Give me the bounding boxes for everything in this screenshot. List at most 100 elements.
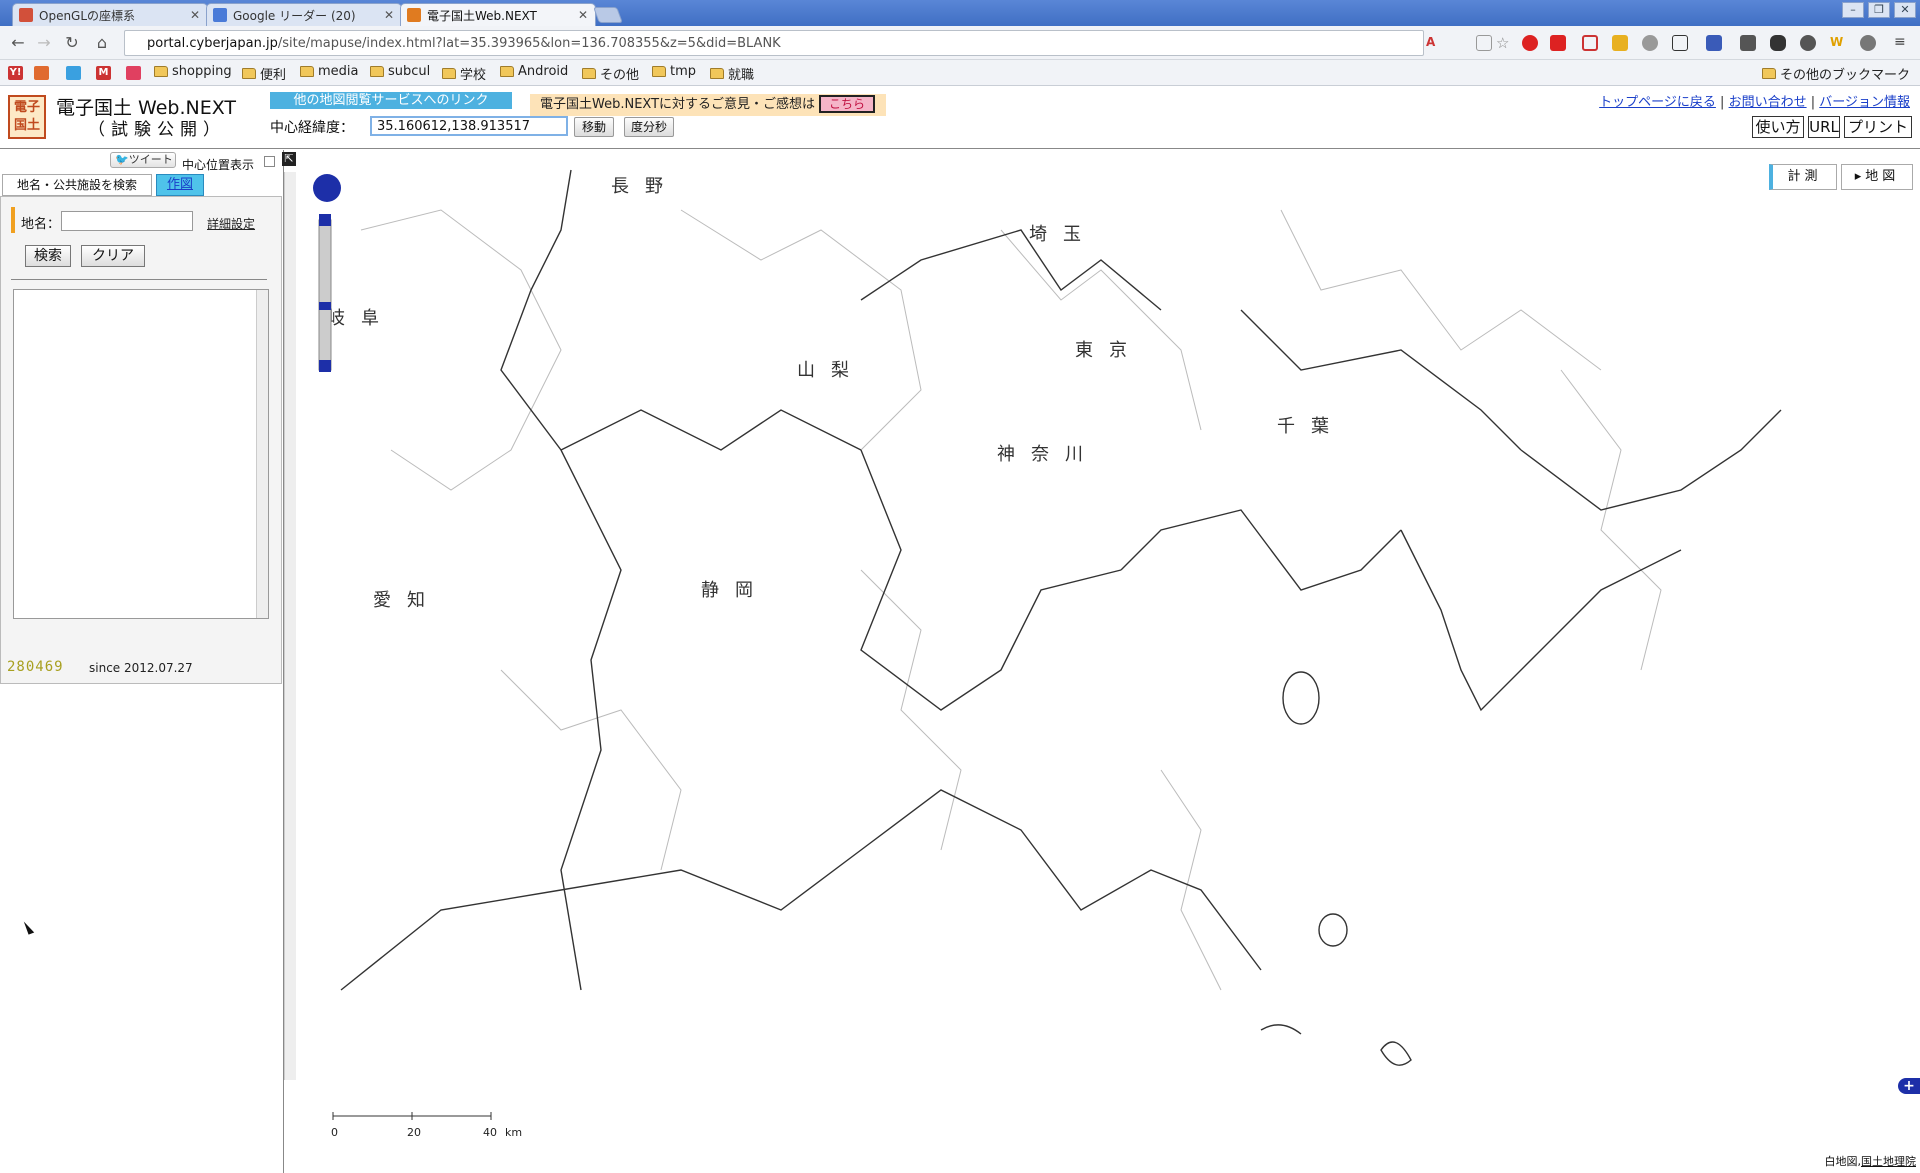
close-tab-icon[interactable]: ✕ [577,8,589,22]
contact-link[interactable]: お問い合わせ [1729,95,1807,110]
gmail-icon[interactable] [1582,35,1598,51]
print-button[interactable]: プリント [1844,116,1912,138]
bookmark-folder[interactable]: Android [500,64,568,79]
browser-titlebar: OpenGLの座標系 ✕ Google リーダー (20) ✕ 電子国土Web.… [0,0,1920,26]
map-navigation-control [309,160,345,420]
close-tab-icon[interactable]: ✕ [189,8,201,22]
browser-tab[interactable]: Google リーダー (20) ✕ [206,3,402,26]
bookmark-folder[interactable]: その他 [582,64,639,83]
island-oshima [1282,671,1320,725]
forward-icon[interactable]: → [34,33,54,53]
menu-icon[interactable]: ≡ [1894,35,1910,51]
zoom-out-icon [319,360,331,372]
folder-icon [652,66,666,77]
help-button[interactable]: 使い方 [1752,116,1804,138]
home-icon[interactable]: ⌂ [92,33,112,53]
accent-bar [11,207,15,233]
tab-favicon-icon [407,8,421,22]
browser-tab[interactable]: OpenGLの座標系 ✕ [12,3,208,26]
bookmark-y-icon[interactable]: Y! [8,66,23,80]
measure-button[interactable]: 計測 [1769,164,1837,190]
center-coord-input[interactable] [370,116,568,136]
tab-draw[interactable]: 作図 [156,174,204,196]
collapse-panel-icon[interactable]: ⇱ [282,152,296,166]
move-button[interactable]: 移動 [574,117,614,137]
extension-asterisk-icon[interactable] [1550,35,1566,51]
bookmark-folder[interactable]: 便利 [242,64,286,83]
url-host: portal.cyberjapan.jp [147,35,278,51]
map-layer-button[interactable]: ▸地図 [1841,164,1913,190]
center-display-checkbox[interactable] [264,156,275,167]
bookmark-folder[interactable]: 就職 [710,64,754,83]
tab-search[interactable]: 地名・公共施設を検索 [2,174,152,196]
zoom-slider-thumb [319,302,331,310]
folder-icon [582,68,596,79]
url-button[interactable]: URL [1808,116,1840,138]
map-view[interactable]: 長野 埼玉 岐阜 山梨 東京 千葉 神奈川 愛知 静岡 計測 ▸地図 0 20 … [301,150,1920,1173]
extension-red-icon[interactable] [1522,35,1538,51]
extension-bird-icon[interactable] [1642,35,1658,51]
clock-icon[interactable] [1800,35,1816,51]
extension-hand-icon[interactable] [1612,35,1628,51]
expand-right-icon[interactable]: + [1898,1078,1920,1094]
pan-zoom-icon [313,174,341,372]
page-icon[interactable] [1476,35,1492,51]
extension-glasses-icon[interactable] [1770,35,1786,51]
results-scrollbar[interactable] [256,290,268,618]
reload-icon[interactable]: ↻ [62,33,82,53]
back-icon[interactable]: ← [8,33,28,53]
translate-icon[interactable]: A [1426,35,1442,51]
clear-button[interactable]: クリア [81,245,145,267]
scale-label: 0 [331,1126,338,1139]
dms-button[interactable]: 度分秒 [624,117,674,137]
boundary-tokyo-kanagawa [1120,509,1402,591]
gsi-link[interactable]: 国土地理院 [1861,1155,1916,1168]
restore-icon[interactable]: ❐ [1868,2,1890,18]
island-miyake [1380,1041,1412,1066]
browser-tab-active[interactable]: 電子国土Web.NEXT ✕ [400,3,596,26]
panel-scrollbar[interactable] [284,172,296,1080]
pocket-bookmark-icon[interactable] [126,66,141,80]
advanced-settings-link[interactable]: 詳細設定 [207,215,255,232]
bookmark-folder[interactable]: 学校 [442,64,486,83]
bookmark-folder[interactable]: media [300,64,359,79]
pref-label-shizuoka: 静岡 [701,580,769,601]
mouse-cursor-icon [23,919,35,935]
gmail-bookmark-icon[interactable]: M [96,66,111,80]
feedback-link[interactable]: こちら [819,95,876,113]
top-page-link[interactable]: トップページに戻る [1599,95,1716,110]
bookmark-folder[interactable]: subcul [370,64,430,79]
twitter-bookmark-icon[interactable] [66,66,81,80]
version-info-link[interactable]: バージョン情報 [1819,95,1910,110]
tweet-button[interactable]: 🐦ツイート [110,152,176,168]
close-window-icon[interactable]: ✕ [1894,2,1916,18]
close-tab-icon[interactable]: ✕ [383,8,395,22]
folder-icon [500,66,514,77]
pref-label-yamanashi: 山梨 [797,360,865,381]
boundary-yamanashi-shizuoka [860,449,1122,711]
address-bar[interactable]: portal.cyberjapan.jp/site/mapuse/index.h… [124,30,1424,56]
extension-w-icon[interactable]: W [1830,35,1846,51]
headphones-icon[interactable] [1860,35,1876,51]
bookmark-folder[interactable]: tmp [652,64,696,79]
extension-ctrl-icon[interactable] [1706,35,1722,51]
side-panel: 🐦ツイート 中心位置表示 ⇱ 地名・公共施設を検索 作図 地名： 詳細設定 検索… [0,150,296,1173]
minimize-icon[interactable]: – [1842,2,1864,18]
extension-box-icon[interactable] [1672,35,1688,51]
folder-icon [154,66,168,77]
map-credit: 白地図,国土地理院 [1824,1155,1917,1168]
bookmark-rss-icon[interactable] [34,66,49,80]
placename-input[interactable] [61,211,193,231]
bookmark-folder[interactable]: shopping [154,64,232,79]
search-form: 地名： 詳細設定 検索 クリア [11,207,273,667]
new-tab-button[interactable] [593,7,623,23]
search-results-list[interactable] [13,289,269,619]
pocket-icon[interactable] [1740,35,1756,51]
search-button[interactable]: 検索 [25,245,71,267]
other-map-services-link[interactable]: 他の地図閲覧サービスへのリンク [270,92,512,109]
divider [11,279,267,280]
other-bookmarks-folder[interactable]: その他のブックマーク [1762,64,1910,83]
url-path: /site/mapuse/index.html?lat=35.393965&lo… [277,35,781,51]
scale-label: 20 [407,1126,421,1139]
star-icon[interactable]: ☆ [1496,35,1512,51]
